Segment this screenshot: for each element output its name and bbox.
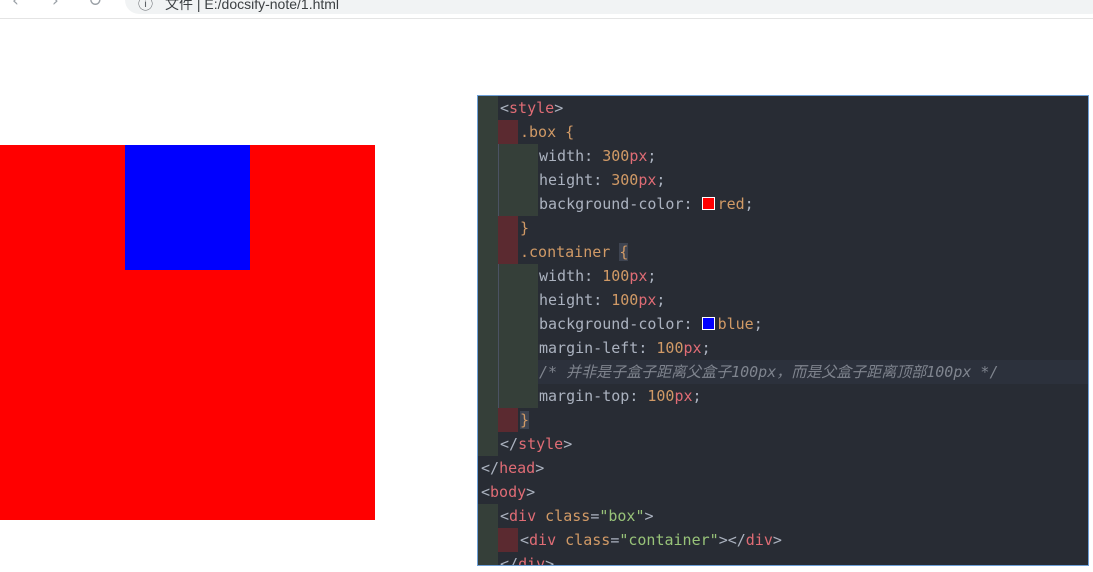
address-label: 文件 xyxy=(165,0,193,12)
code-tag: body xyxy=(490,483,527,501)
address-separator: | xyxy=(196,0,201,12)
code-brace: { xyxy=(565,123,575,141)
info-icon[interactable]: ⓘ xyxy=(138,0,153,14)
color-swatch-icon[interactable] xyxy=(701,197,715,210)
code-property: height xyxy=(539,291,594,309)
code-line: </head> xyxy=(481,459,545,477)
code-line: height: 100px; xyxy=(478,288,1088,312)
code-tag: head xyxy=(499,459,536,477)
code-comment: /* 并非是子盒子距离父盒子100px，而是父盒子距离顶部100px */ xyxy=(539,363,999,381)
code-property: margin-left xyxy=(539,339,639,357)
code-line: <div class="box"> xyxy=(478,504,1088,528)
code-line: <div class="container"></div> xyxy=(478,528,1088,552)
code-property: width xyxy=(539,267,585,285)
code-number: 100 xyxy=(611,291,639,309)
code-editor[interactable]: <style> .box { width: 300px; height: 300… xyxy=(477,95,1089,566)
code-number: 100 xyxy=(656,339,684,357)
code-tag: div xyxy=(529,531,557,549)
code-line: margin-top: 100px; xyxy=(478,384,1088,408)
code-line: height: 300px; xyxy=(478,168,1088,192)
code-line: <body> xyxy=(481,483,536,501)
browser-toolbar: ‹ › ↻ ⓘ 文件 | E:/docsify-note/1.html xyxy=(0,0,1093,19)
code-brace: } xyxy=(520,219,530,237)
color-swatch-icon[interactable] xyxy=(701,317,715,330)
code-line: margin-left: 100px; xyxy=(478,336,1088,360)
code-property: background-color xyxy=(539,195,684,213)
code-unit: px xyxy=(629,147,648,165)
code-line: <style> xyxy=(478,96,1088,120)
code-unit: px xyxy=(674,387,693,405)
red-box xyxy=(0,145,375,520)
code-tag: div xyxy=(518,555,546,566)
address-text: 文件 | E:/docsify-note/1.html xyxy=(165,0,339,14)
code-tag: style xyxy=(518,435,564,453)
code-property: background-color xyxy=(539,315,684,333)
code-unit: px xyxy=(638,171,657,189)
code-line: } xyxy=(478,216,1088,240)
code-attr: class xyxy=(545,507,591,525)
forward-arrow-icon[interactable]: › xyxy=(52,0,59,11)
blue-container xyxy=(125,145,250,270)
code-brace: } xyxy=(520,411,530,429)
code-line: </div> xyxy=(478,552,1088,566)
reload-icon[interactable]: ↻ xyxy=(88,0,102,11)
code-tag: style xyxy=(509,99,555,117)
code-property: width xyxy=(539,147,585,165)
code-unit: px xyxy=(638,291,657,309)
code-line: .box { xyxy=(478,120,1088,144)
code-string: "box" xyxy=(599,507,645,525)
code-attr: class xyxy=(565,531,611,549)
code-selector: .box xyxy=(520,123,557,141)
code-line-active: /* 并非是子盒子距离父盒子100px，而是父盒子距离顶部100px */ xyxy=(478,360,1088,384)
code-line: </style> xyxy=(478,432,1088,456)
code-tag: div xyxy=(745,531,773,549)
code-line: background-color: blue; xyxy=(478,312,1088,336)
back-arrow-icon[interactable]: ‹ xyxy=(12,0,19,11)
code-selector: .container xyxy=(520,243,611,261)
code-line: .container { xyxy=(478,240,1088,264)
code-property: margin-top xyxy=(539,387,630,405)
code-string: "container" xyxy=(619,531,719,549)
address-bar[interactable]: ⓘ 文件 | E:/docsify-note/1.html xyxy=(125,0,1093,14)
code-value: blue xyxy=(717,315,754,333)
code-number: 300 xyxy=(611,171,639,189)
code-number: 100 xyxy=(647,387,675,405)
code-line: width: 100px; xyxy=(478,264,1088,288)
code-number: 100 xyxy=(602,267,630,285)
address-path: E:/docsify-note/1.html xyxy=(204,0,340,12)
code-number: 300 xyxy=(602,147,630,165)
code-value: red xyxy=(717,195,745,213)
code-unit: px xyxy=(629,267,648,285)
code-line: } xyxy=(478,408,1088,432)
code-property: height xyxy=(539,171,594,189)
code-brace: { xyxy=(619,243,629,261)
code-tag: div xyxy=(509,507,537,525)
code-line: width: 300px; xyxy=(478,144,1088,168)
code-line: background-color: red; xyxy=(478,192,1088,216)
code-unit: px xyxy=(683,339,702,357)
